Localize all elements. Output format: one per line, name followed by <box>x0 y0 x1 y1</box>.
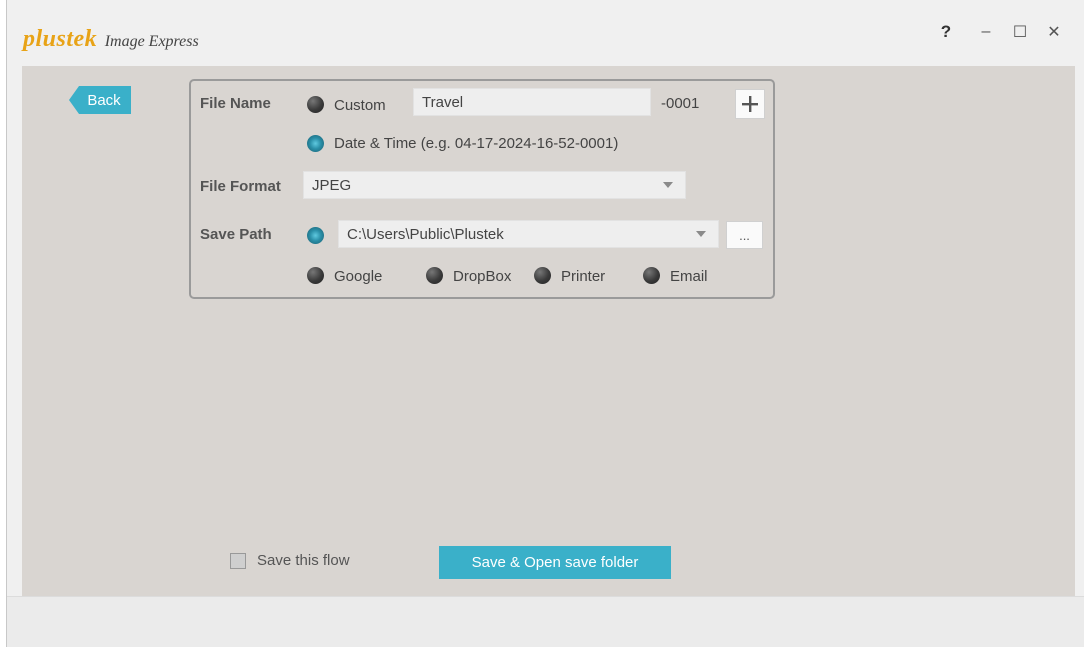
printer-radio[interactable] <box>534 267 551 284</box>
app-window: plustek Image Express ? – ☐ ✕ Back File … <box>6 0 1084 647</box>
plus-icon <box>742 96 758 112</box>
main-content: Back File Name Custom Travel -0001 Date … <box>22 66 1075 596</box>
browse-button[interactable]: ... <box>726 221 763 249</box>
chevron-down-icon <box>663 182 673 188</box>
email-radio[interactable] <box>643 267 660 284</box>
maximize-button[interactable]: ☐ <box>1003 20 1037 44</box>
save-flow-label: Save this flow <box>257 552 350 569</box>
email-label: Email <box>670 268 708 285</box>
file-number-suffix: -0001 <box>661 95 700 112</box>
datetime-radio[interactable] <box>307 135 324 152</box>
save-open-folder-button[interactable]: Save & Open save folder <box>439 546 671 579</box>
google-radio[interactable] <box>307 267 324 284</box>
save-path-label: Save Path <box>200 226 272 243</box>
google-label: Google <box>334 268 383 285</box>
save-path-value: C:\Users\Public\Plustek <box>347 225 504 243</box>
add-button[interactable] <box>735 89 765 119</box>
window-controls: ? – ☐ ✕ <box>929 20 1071 44</box>
minimize-button[interactable]: – <box>969 20 1003 44</box>
custom-name-radio[interactable] <box>307 96 324 113</box>
dropbox-radio[interactable] <box>426 267 443 284</box>
save-settings-panel: File Name Custom Travel -0001 Date & Tim… <box>189 79 775 299</box>
file-format-select[interactable]: JPEG <box>303 171 686 199</box>
close-button[interactable]: ✕ <box>1037 20 1071 44</box>
printer-label: Printer <box>561 268 606 285</box>
app-logo: plustek Image Express <box>23 26 199 53</box>
brand-name: plustek <box>23 26 98 52</box>
save-path-select[interactable]: C:\Users\Public\Plustek <box>338 220 719 248</box>
back-button[interactable]: Back <box>69 86 131 114</box>
file-format-value: JPEG <box>312 176 352 194</box>
file-format-label: File Format <box>200 178 281 195</box>
file-name-label: File Name <box>200 95 271 112</box>
save-flow-checkbox[interactable] <box>230 552 246 569</box>
dropbox-label: DropBox <box>453 268 512 285</box>
status-bar <box>7 596 1084 647</box>
title-bar: plustek Image Express ? – ☐ ✕ <box>7 0 1084 66</box>
local-path-radio[interactable] <box>307 227 324 244</box>
help-button[interactable]: ? <box>929 20 963 44</box>
custom-name-label: Custom <box>334 97 386 114</box>
datetime-label: Date & Time (e.g. 04-17-2024-16-52-0001) <box>334 135 619 152</box>
product-name: Image Express <box>104 33 199 50</box>
save-flow-option[interactable]: Save this flow <box>230 552 350 569</box>
chevron-down-icon <box>696 231 706 237</box>
custom-name-input[interactable]: Travel <box>413 88 651 116</box>
